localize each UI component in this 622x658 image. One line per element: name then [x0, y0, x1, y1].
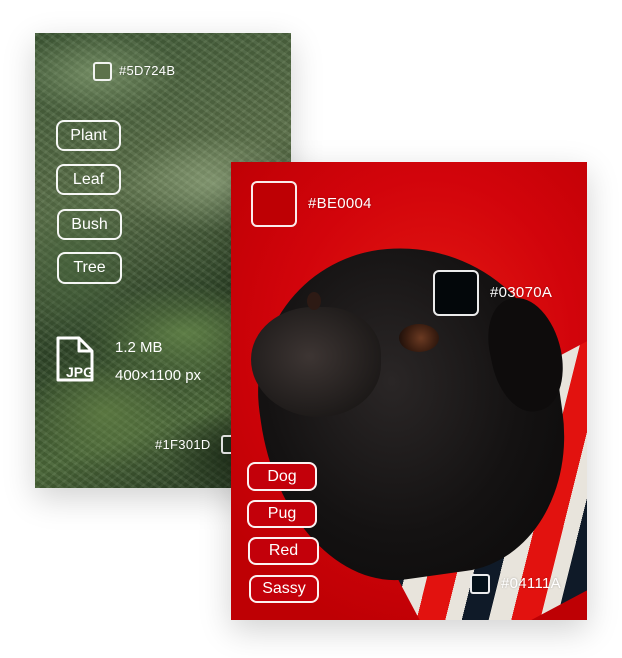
pug-eye — [399, 324, 439, 352]
color-hex-label: #BE0004 — [308, 195, 372, 212]
tag-dog[interactable]: Dog — [247, 462, 317, 491]
pug-eye-far — [307, 292, 321, 310]
jpg-format-label: JPG — [66, 364, 94, 380]
jpg-file-icon: JPG — [56, 336, 94, 382]
pug-image-card[interactable]: #BE0004 #03070A Dog Pug Red Sassy #04111… — [231, 162, 587, 620]
pug-muzzle — [251, 307, 381, 417]
color-hex-label: #1F301D — [155, 437, 211, 452]
color-hex-label: #04111A — [501, 575, 561, 592]
tag-tree[interactable]: Tree — [57, 252, 122, 284]
tag-bush[interactable]: Bush — [57, 209, 122, 240]
tag-pug[interactable]: Pug — [247, 500, 317, 528]
tag-plant[interactable]: Plant — [56, 120, 121, 151]
color-hex-label: #03070A — [490, 284, 553, 301]
tag-sassy[interactable]: Sassy — [249, 575, 319, 603]
color-swatch-04111a[interactable] — [470, 574, 490, 594]
tag-red[interactable]: Red — [248, 537, 319, 565]
file-dimensions: 400×1100 px — [115, 367, 202, 384]
file-size: 1.2 MB — [115, 339, 163, 356]
tag-leaf[interactable]: Leaf — [56, 164, 121, 195]
color-swatch-03070a[interactable] — [433, 270, 479, 316]
color-swatch-5d724b[interactable] — [93, 62, 112, 81]
color-hex-label: #5D724B — [119, 63, 176, 78]
color-swatch-be0004[interactable] — [251, 181, 297, 227]
